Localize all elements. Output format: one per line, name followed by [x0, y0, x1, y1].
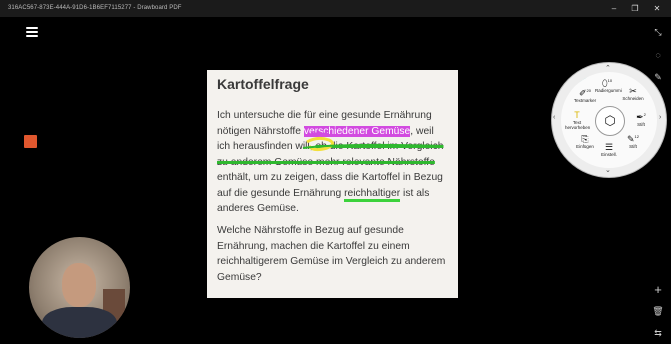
menu-icon[interactable] — [26, 27, 38, 37]
record-button[interactable] — [24, 135, 37, 148]
text-highlight-icon: T — [574, 110, 580, 120]
chevron-right-icon[interactable]: › — [659, 114, 661, 121]
scissors-icon: ✂ — [629, 86, 637, 96]
green-strike: zu anderem Gemüse mehr relevante Nährsto… — [217, 156, 435, 168]
close-button[interactable]: ✕ — [648, 3, 666, 14]
green-underline: reichhaltiger — [344, 187, 401, 202]
pdf-page[interactable]: Kartoffelfrage Ich untersuche die für ei… — [207, 70, 458, 298]
minimize-button[interactable]: – — [605, 3, 623, 14]
stift-bottom-tool[interactable]: ✎12 Stift — [621, 132, 645, 149]
text-line: auf die gesunde Ernährung reichhaltiger … — [217, 186, 443, 202]
einstell-tool[interactable]: ☰ Einstell. — [597, 142, 621, 157]
marker-icon: ✐20 — [579, 88, 591, 98]
schneiden-tool[interactable]: ✂ Schneiden — [621, 86, 645, 101]
window-title: 316AC567-873E-444A-91D6-1B6EF7115277 - D… — [8, 5, 182, 11]
text-line: zu anderem Gemüse mehr relevante Nährsto… — [217, 155, 443, 171]
delete-icon[interactable]: 🗑 — [652, 306, 664, 317]
pink-highlight: verschiedener Gemüse — [303, 125, 411, 137]
presenter-face — [62, 263, 96, 307]
text-line: Ernährung, machen die Kartoffel zu einem — [217, 240, 410, 252]
hexagon-nut-icon[interactable]: ⬡ — [595, 106, 625, 136]
magic-pen-icon[interactable]: ⤡ — [652, 27, 664, 38]
textmarker-tool[interactable]: ✐20 Textmarker — [573, 86, 597, 103]
zoom-in-icon[interactable]: + — [652, 282, 664, 297]
pen-icon[interactable]: ✎ — [652, 72, 664, 83]
maximize-button[interactable]: ❐ — [626, 3, 644, 14]
text-line: reichhaltigerem Gemüse im Vergleich zu a… — [217, 256, 446, 267]
paste-icon: ⎘ — [581, 134, 589, 144]
text-line: enthält, um zu zeigen, dass die Kartoffe… — [217, 172, 443, 183]
pen-icon: ✒2 — [636, 112, 646, 122]
radiergummi-tool[interactable]: ⬯10 Radiergummi — [595, 76, 622, 93]
chevron-down-icon[interactable]: ⌄ — [605, 166, 611, 174]
pen-icon: ✎12 — [627, 134, 639, 144]
lasso-icon[interactable]: ◌ — [652, 50, 664, 60]
green-strike: ob die Kartoffel im Vergleich — [315, 141, 444, 152]
chevron-up-icon[interactable]: ⌃ — [605, 64, 611, 72]
settings-icon[interactable]: ⇆ — [652, 328, 664, 339]
text-hervorheben-tool[interactable]: T Text hervorheben — [565, 110, 590, 130]
paragraph-1: Ich untersuche die für eine gesunde Ernä… — [217, 108, 443, 217]
radial-tool-menu[interactable]: ⌃ ⌄ ‹ › ⬯10 Radiergummi ✂ Schneiden ✒2 Stif… — [551, 62, 667, 178]
page-heading: Kartoffelfrage — [217, 76, 309, 92]
einfugen-tool[interactable]: ⎘ Einfügen — [573, 134, 597, 149]
webcam-overlay — [29, 237, 130, 338]
text-line: Welche Nährstoffe in Bezug auf gesunde — [217, 225, 404, 236]
chevron-left-icon[interactable]: ‹ — [553, 114, 555, 121]
text-line: nötigen Nährstoffe verschiedener Gemüse,… — [217, 125, 434, 137]
paragraph-2: Welche Nährstoffe in Bezug auf gesunde E… — [217, 223, 445, 285]
text-line: anderes Gemüse. — [217, 203, 299, 214]
text-line: Ich untersuche die für eine gesunde Ernä… — [217, 110, 432, 121]
text-line: ich herausfinden will, ob die Kartoffel … — [217, 141, 444, 152]
eraser-icon: ⬯10 — [601, 78, 613, 88]
window-titlebar: 316AC567-873E-444A-91D6-1B6EF7115277 - D… — [0, 0, 671, 17]
sliders-icon: ☰ — [604, 142, 614, 152]
stift-right-tool[interactable]: ✒2 Stift — [629, 110, 653, 127]
text-line: Gemüse? — [217, 271, 262, 283]
